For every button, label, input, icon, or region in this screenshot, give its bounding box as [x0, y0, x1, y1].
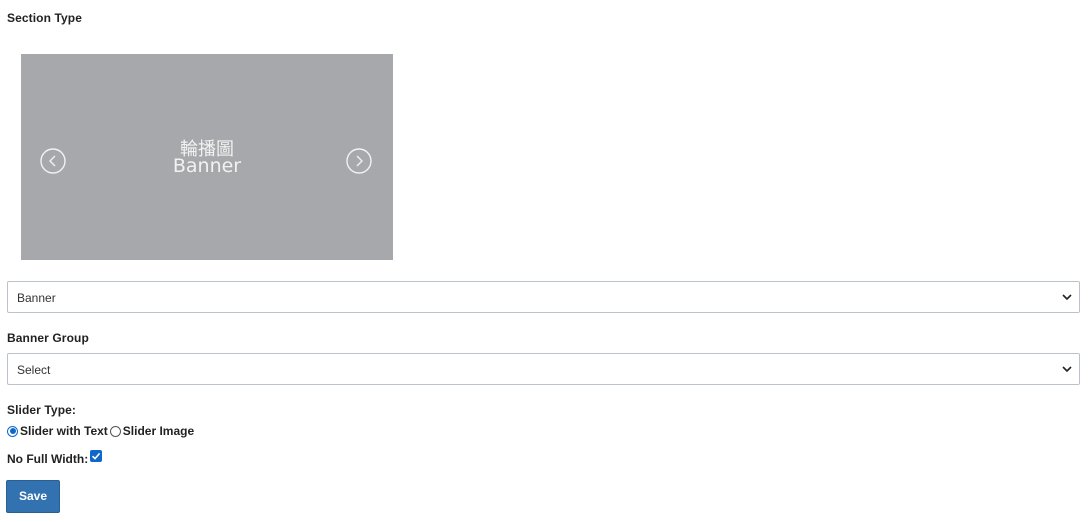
banner-group-label: Banner Group [7, 331, 89, 345]
full-width-checkbox[interactable] [90, 450, 103, 462]
banner-group-value: Select [17, 363, 51, 377]
slider-with-text-label[interactable]: Slider with Text [20, 424, 108, 438]
chevron-right-circle-icon[interactable] [346, 148, 372, 174]
banner-preview: 輪播圖 Banner [21, 54, 393, 260]
banner-group-select[interactable]: Select [7, 353, 1080, 385]
save-button[interactable]: Save [6, 480, 60, 513]
section-type-label: Section Type [7, 11, 82, 25]
slider-type-label: Slider Type: [7, 403, 76, 417]
checkmark-icon [92, 452, 101, 460]
full-width-label: No Full Width: [7, 452, 89, 466]
chevron-down-icon [1062, 366, 1072, 373]
slider-with-text-radio[interactable] [7, 425, 18, 437]
slider-type-options: Slider with Text Slider Image [6, 423, 195, 439]
section-type-value: Banner [17, 291, 56, 305]
full-width-row: No Full Width: [7, 450, 103, 466]
section-form: Section Type 輪播圖 Banner Banner Banner Gr… [0, 0, 1092, 522]
section-type-select[interactable]: Banner [7, 281, 1080, 313]
chevron-down-icon [1062, 294, 1072, 301]
preview-title-en: Banner [172, 155, 242, 177]
slider-image-label[interactable]: Slider Image [123, 424, 194, 438]
slider-image-radio[interactable] [109, 425, 121, 437]
